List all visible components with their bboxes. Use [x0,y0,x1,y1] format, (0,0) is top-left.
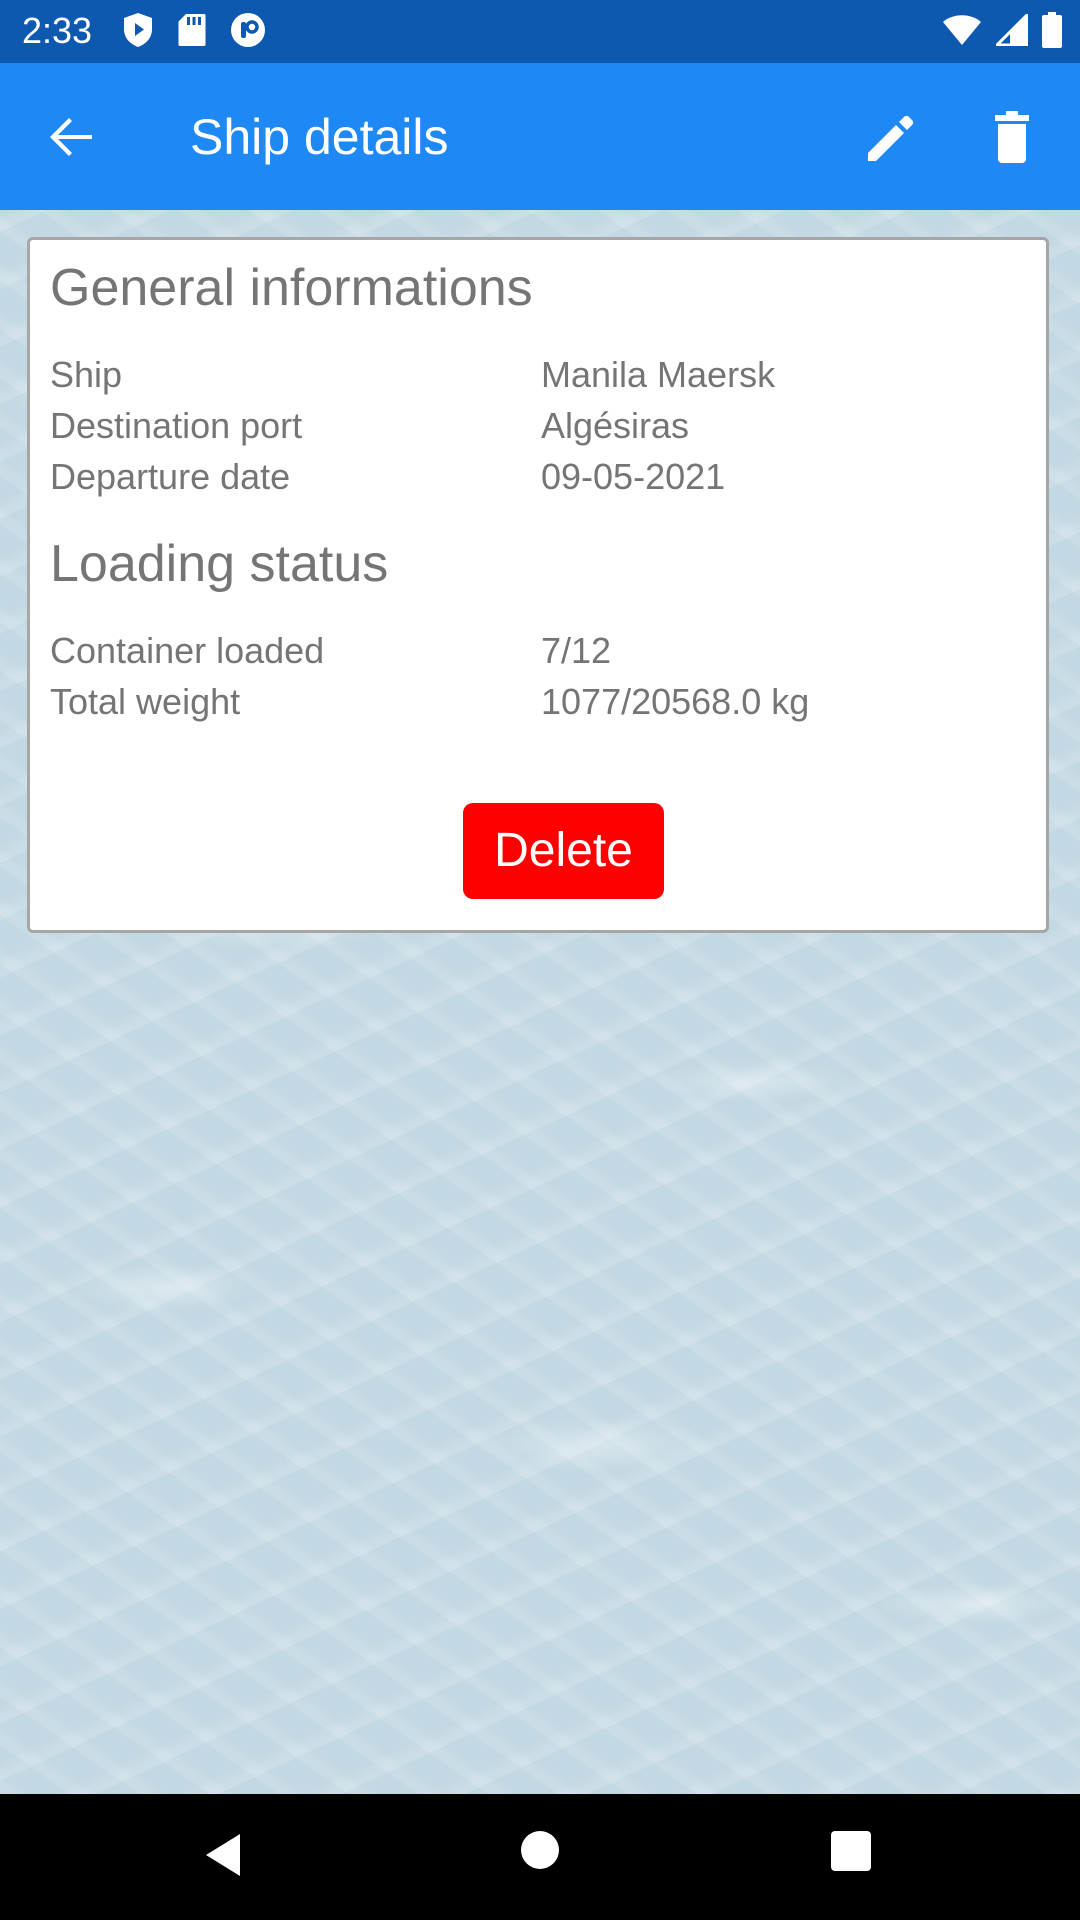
departure-label: Departure date [50,456,291,497]
nav-back-icon [206,1834,240,1876]
nav-recents-button[interactable] [830,1830,872,1872]
cellular-signal-icon [993,10,1029,51]
info-row-destination: Destination port Algésiras [50,401,1010,451]
arrow-left-icon [50,118,92,156]
nav-home-button[interactable] [520,1830,560,1870]
navigation-bar [0,1794,1080,1920]
sd-card-icon [178,13,206,52]
wifi-icon [942,14,982,51]
trash-icon [995,111,1029,163]
general-section-title: General informations [50,259,533,317]
departure-value: 09-05-2021 [541,456,726,497]
nav-back-button[interactable] [200,1830,250,1880]
delete-button[interactable]: Delete [463,803,664,899]
page-title: Ship details [190,109,449,165]
status-bar: 2:33 [0,0,1080,63]
info-row-ship: Ship Manila Maersk [50,350,1010,400]
status-icons-left [122,12,266,52]
edit-button[interactable] [860,105,924,169]
app-bar: Ship details [0,63,1080,210]
container-loaded-value: 7/12 [541,630,612,671]
screen: 2:33 Ship details General informations S… [0,0,1080,1920]
status-time: 2:33 [22,10,93,51]
total-weight-label: Total weight [50,681,241,722]
battery-icon [1042,11,1062,53]
app-notification-icon [230,12,266,53]
pencil-icon [868,115,914,161]
ship-details-card: General informations Ship Manila Maersk … [27,237,1049,933]
info-row-departure: Departure date 09-05-2021 [50,452,1010,502]
destination-value: Algésiras [541,405,690,446]
ship-value: Manila Maersk [541,354,776,395]
info-row-total-weight: Total weight 1077/20568.0 kg [50,677,1010,727]
nav-recents-icon [831,1831,871,1871]
loading-section-title: Loading status [50,535,389,593]
container-loaded-label: Container loaded [50,630,325,671]
nav-home-icon [521,1831,559,1869]
status-icons-right [942,10,1062,53]
trash-button[interactable] [984,105,1048,169]
shield-play-icon [122,12,154,53]
back-button[interactable] [40,105,104,169]
destination-label: Destination port [50,405,303,446]
info-row-container-loaded: Container loaded 7/12 [50,626,1010,676]
ship-label: Ship [50,354,123,395]
total-weight-value: 1077/20568.0 kg [541,681,810,722]
